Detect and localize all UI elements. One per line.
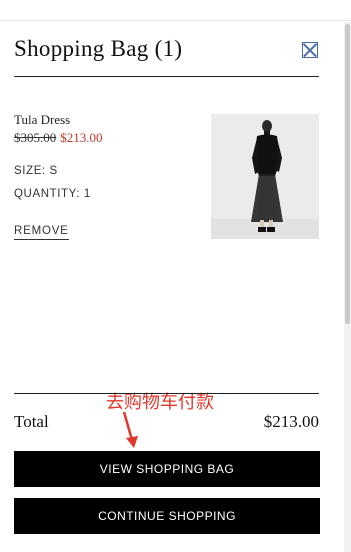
remove-button[interactable]: REMOVE (14, 225, 69, 240)
close-icon[interactable] (302, 42, 318, 58)
sale-price: $213.00 (60, 130, 103, 145)
model-figure-icon (211, 114, 319, 239)
arrow-icon (122, 411, 138, 448)
item-size: SIZE: S (14, 165, 58, 177)
header-divider (14, 76, 319, 77)
scrollbar-thumb[interactable] (345, 24, 350, 324)
page-title: Shopping Bag (1) (14, 36, 183, 61)
original-price: $305.00 (14, 130, 57, 145)
product-image[interactable] (211, 114, 319, 239)
continue-shopping-button[interactable]: CONTINUE SHOPPING (14, 498, 320, 534)
footer-divider (14, 393, 319, 394)
product-name[interactable]: Tula Dress (14, 112, 70, 128)
item-quantity: QUANTITY: 1 (14, 188, 91, 200)
price-row: $305.00 $213.00 (14, 130, 103, 146)
top-divider (0, 20, 351, 21)
view-shopping-bag-button[interactable]: VIEW SHOPPING BAG (14, 451, 320, 487)
total-value: $213.00 (263, 412, 319, 431)
total-label: Total (14, 412, 49, 431)
